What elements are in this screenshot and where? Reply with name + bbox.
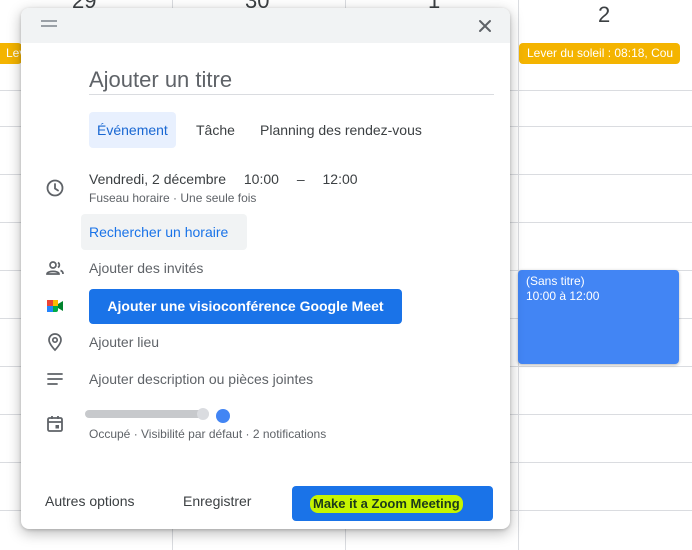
people-icon — [46, 261, 64, 275]
event-quick-create-dialog: Événement Tâche Planning des rendez-vous… — [21, 8, 510, 529]
more-options-button[interactable]: Autres options — [45, 493, 135, 509]
add-description-field[interactable]: Ajouter description ou pièces jointes — [89, 371, 313, 387]
title-input[interactable] — [89, 65, 494, 95]
tab-event[interactable]: Événement — [89, 112, 176, 148]
calendar-icon — [47, 416, 63, 432]
location-pin-icon — [48, 333, 62, 352]
day-number[interactable]: 2 — [598, 2, 610, 28]
calendar-owner-redacted — [197, 408, 209, 420]
save-button[interactable]: Enregistrer — [183, 493, 251, 509]
close-icon[interactable] — [473, 14, 497, 38]
calendar-event[interactable]: (Sans titre) 10:00 à 12:00 — [518, 270, 679, 364]
clock-icon — [46, 179, 64, 197]
date-time-row[interactable]: Vendredi, 2 décembre 10:00 – 12:00 — [89, 171, 372, 187]
event-time: 10:00 à 12:00 — [526, 289, 600, 303]
dialog-header[interactable] — [21, 8, 510, 43]
add-google-meet-button[interactable]: Ajouter une visioconférence Google Meet — [89, 289, 402, 324]
description-lines-icon — [47, 373, 63, 385]
tab-appointment-schedule[interactable]: Planning des rendez-vous — [252, 112, 430, 148]
start-time[interactable]: 10:00 — [244, 171, 279, 187]
sunrise-chip[interactable]: Lever du soleil : 08:18, Coucher du sole… — [0, 43, 22, 64]
end-time[interactable]: 12:00 — [323, 171, 358, 187]
google-meet-icon — [47, 300, 63, 312]
add-location-field[interactable]: Ajouter lieu — [89, 334, 159, 350]
timezone-recurrence[interactable]: Fuseau horaire · Une seule fois — [89, 191, 256, 205]
tab-task[interactable]: Tâche — [188, 112, 243, 148]
event-title: (Sans titre) — [526, 274, 585, 288]
availability-visibility-notifications[interactable]: Occupé · Visibilité par défaut · 2 notif… — [89, 427, 326, 441]
zoom-meeting-button[interactable]: Make it a Zoom Meeting — [292, 486, 493, 521]
find-time-button[interactable]: Rechercher un horaire — [81, 214, 247, 250]
calendar-color-dot[interactable] — [216, 409, 230, 423]
sunrise-chip[interactable]: Lever du soleil : 08:18, Cou — [519, 43, 680, 64]
add-guests-field[interactable]: Ajouter des invités — [89, 260, 203, 276]
drag-handle-icon[interactable] — [41, 20, 57, 28]
time-separator: – — [296, 171, 305, 187]
calendar-owner-redacted[interactable] — [85, 410, 209, 418]
zoom-meeting-label: Make it a Zoom Meeting — [310, 495, 463, 513]
event-date[interactable]: Vendredi, 2 décembre — [89, 171, 226, 187]
